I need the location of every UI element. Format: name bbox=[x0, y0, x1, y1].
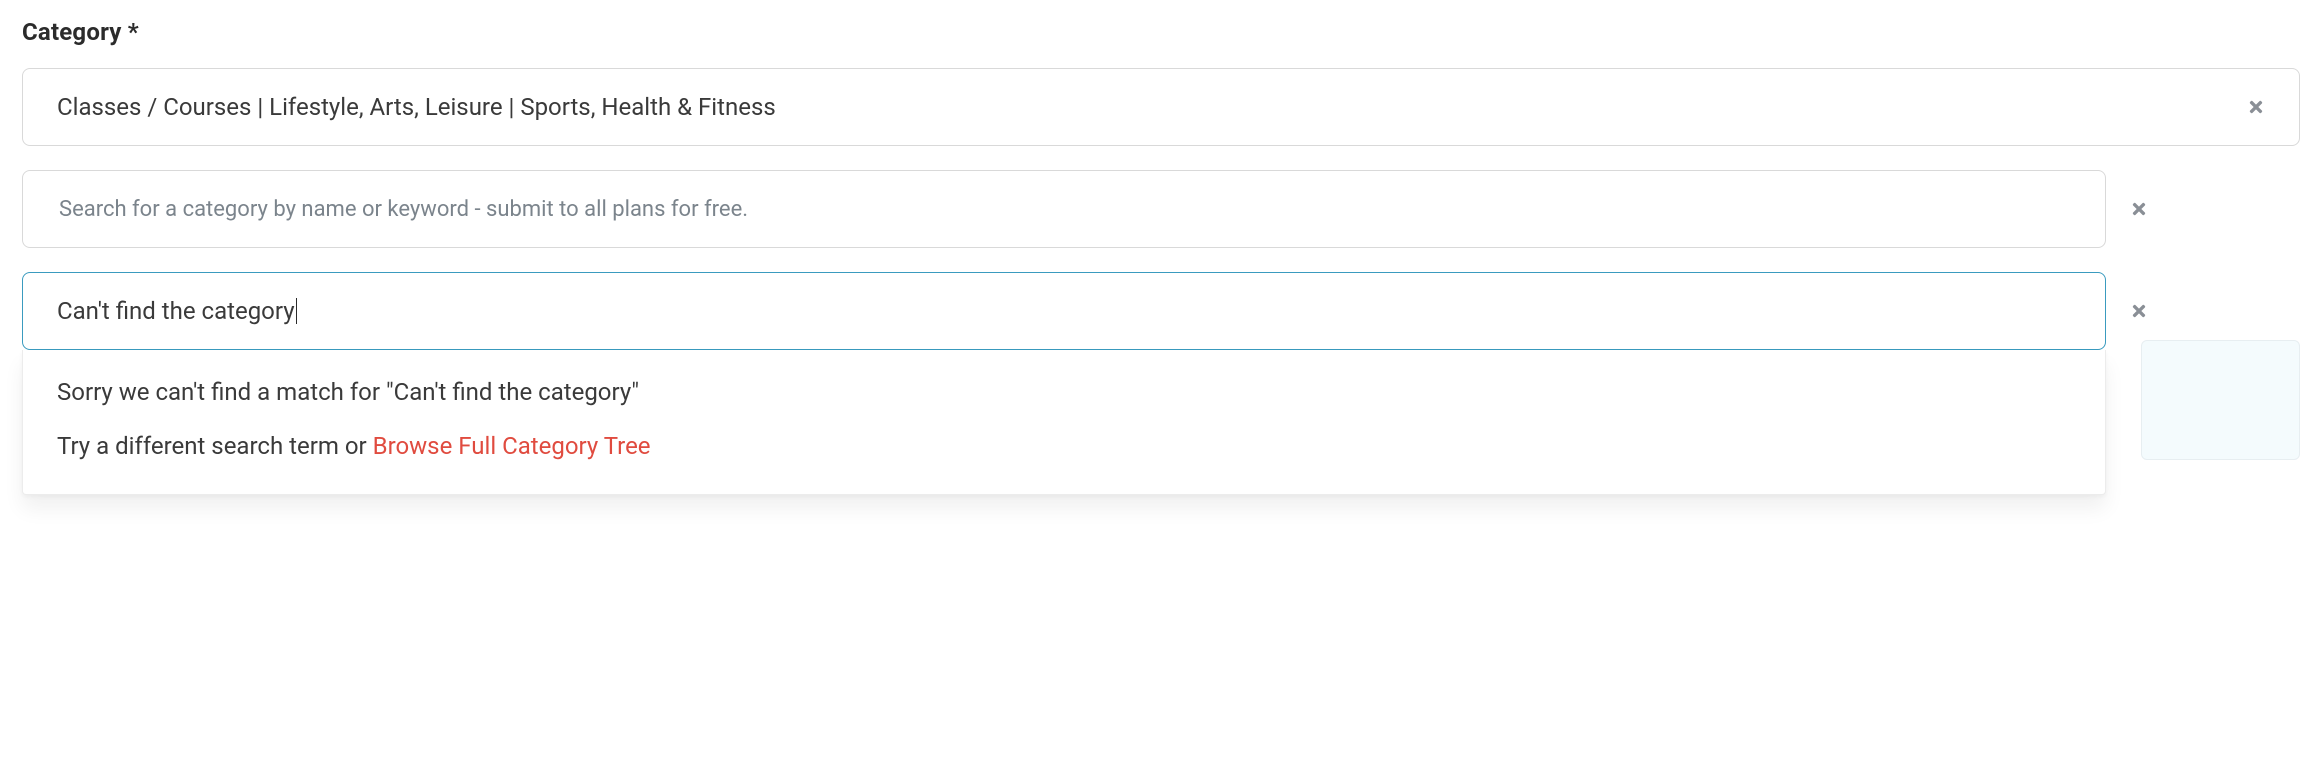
category-search-row-2: Can't find the category Sorry we can't f… bbox=[22, 272, 2300, 350]
selected-category-value: Classes / Courses | Lifestyle, Arts, Lei… bbox=[57, 93, 2247, 121]
text-caret bbox=[296, 298, 297, 324]
category-search-field-2[interactable]: Can't find the category bbox=[22, 272, 2106, 350]
category-search-input-2-text[interactable]: Can't find the category bbox=[57, 297, 295, 325]
category-label: Category * bbox=[22, 18, 2300, 46]
close-icon[interactable] bbox=[2130, 302, 2154, 320]
dropdown-hint: Try a different search term or Browse Fu… bbox=[57, 432, 2071, 460]
close-icon[interactable] bbox=[2130, 200, 2154, 218]
background-panel bbox=[2141, 340, 2300, 460]
category-search-dropdown: Sorry we can't find a match for "Can't f… bbox=[22, 350, 2106, 495]
close-icon[interactable] bbox=[2247, 98, 2265, 116]
selected-category-row: Classes / Courses | Lifestyle, Arts, Lei… bbox=[22, 68, 2300, 146]
category-field-section: Category * Classes / Courses | Lifestyle… bbox=[0, 0, 2322, 380]
no-match-message: Sorry we can't find a match for "Can't f… bbox=[57, 378, 2071, 406]
selected-category-field[interactable]: Classes / Courses | Lifestyle, Arts, Lei… bbox=[22, 68, 2300, 146]
category-search-input-1[interactable] bbox=[57, 196, 2071, 223]
browse-category-tree-link[interactable]: Browse Full Category Tree bbox=[373, 432, 651, 460]
dropdown-hint-prefix: Try a different search term or bbox=[57, 432, 373, 460]
category-search-row-1 bbox=[22, 170, 2300, 248]
category-search-field-1[interactable] bbox=[22, 170, 2106, 248]
